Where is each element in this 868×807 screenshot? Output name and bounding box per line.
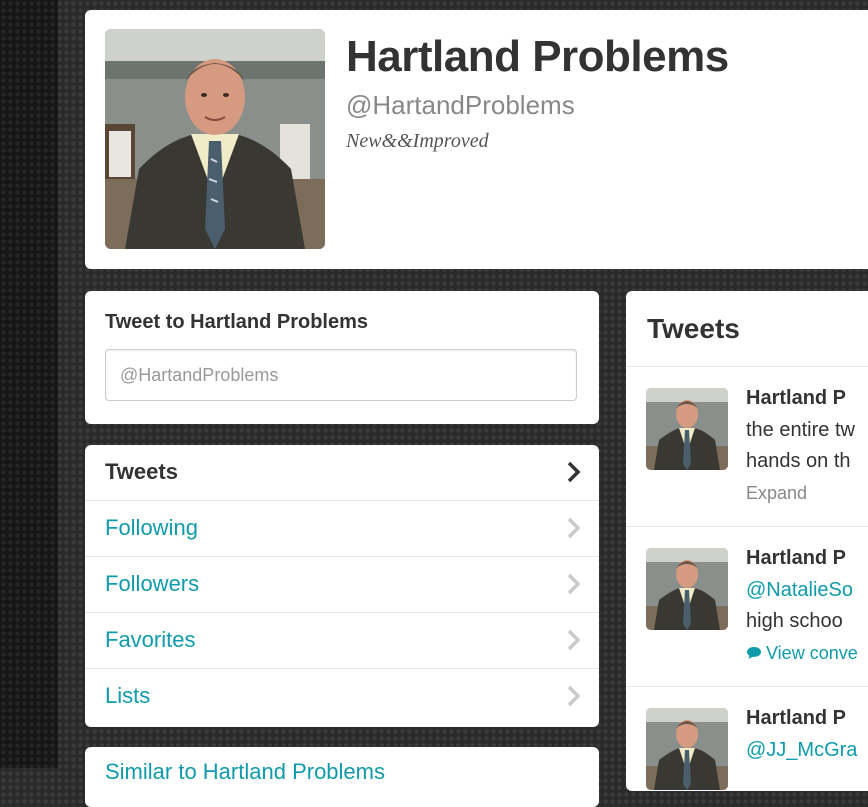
tweet-text: high schoo [746,610,843,632]
nav-item-lists[interactable]: Lists [85,669,599,725]
profile-nav: Tweets Following Followers Favorites Lis… [85,445,599,727]
chevron-right-icon [567,573,581,595]
chevron-right-icon [567,461,581,483]
nav-item-similar[interactable]: Similar to Hartland Problems [85,747,599,803]
view-conversation-label: View conve [766,643,858,663]
tweet-item[interactable]: Hartland P the entire tw hands on th Exp… [626,367,868,527]
background-left-strip [0,0,58,768]
nav-item-following[interactable]: Following [85,501,599,557]
profile-photo [105,29,325,249]
tweet-mention[interactable]: @JJ_McGra [746,739,857,762]
avatar-photo [646,548,728,630]
tweet-to-box: Tweet to Hartland Problems [85,291,599,424]
profile-header: Hartland Problems @HartandProblems New&&… [85,10,868,269]
similar-to-label: Similar to Hartland Problems [105,759,385,784]
profile-handle: @HartandProblems [346,90,575,120]
profile-avatar[interactable] [105,29,325,249]
expand-link[interactable]: Expand [746,483,807,504]
nav-item-label: Tweets [105,459,178,484]
tweet-avatar[interactable] [646,548,728,630]
tweet-text: the entire tw [746,419,855,441]
tweet-author[interactable]: Hartland P [746,707,846,730]
profile-bio: New&&Improved [346,130,489,152]
tweet-author[interactable]: Hartland P [746,387,846,410]
tweet-item[interactable]: Hartland P @NatalieSo high schoo View co… [626,527,868,687]
avatar-photo [646,708,728,790]
chevron-right-icon [567,685,581,707]
similar-to-box: Similar to Hartland Problems [85,747,599,807]
tweet-to-input[interactable] [105,349,577,401]
speech-bubble-icon [747,647,761,659]
tweet-mention[interactable]: @NatalieSo [746,579,853,602]
nav-item-label: Favorites [105,627,196,652]
tweet-text: hands on th [746,450,851,472]
tweet-avatar[interactable] [646,388,728,470]
tweet-author[interactable]: Hartland P [746,547,846,570]
nav-item-favorites[interactable]: Favorites [85,613,599,669]
timeline-header: Tweets [626,291,868,367]
timeline-title: Tweets [647,313,740,344]
avatar-photo [646,388,728,470]
tweet-avatar[interactable] [646,708,728,790]
nav-item-label: Following [105,515,198,540]
tweet-to-title: Tweet to Hartland Problems [105,311,369,333]
nav-item-tweets[interactable]: Tweets [85,445,599,501]
profile-name: Hartland Problems [346,32,729,81]
view-conversation-link[interactable]: View conve [746,643,858,664]
nav-item-followers[interactable]: Followers [85,557,599,613]
chevron-right-icon [567,629,581,651]
tweet-item[interactable]: Hartland P @JJ_McGra [626,687,868,791]
chevron-right-icon [567,517,581,539]
nav-item-label: Lists [105,683,151,708]
tweets-timeline: Tweets Hartland P the entire tw hands on… [626,291,868,791]
nav-item-label: Followers [105,571,200,596]
